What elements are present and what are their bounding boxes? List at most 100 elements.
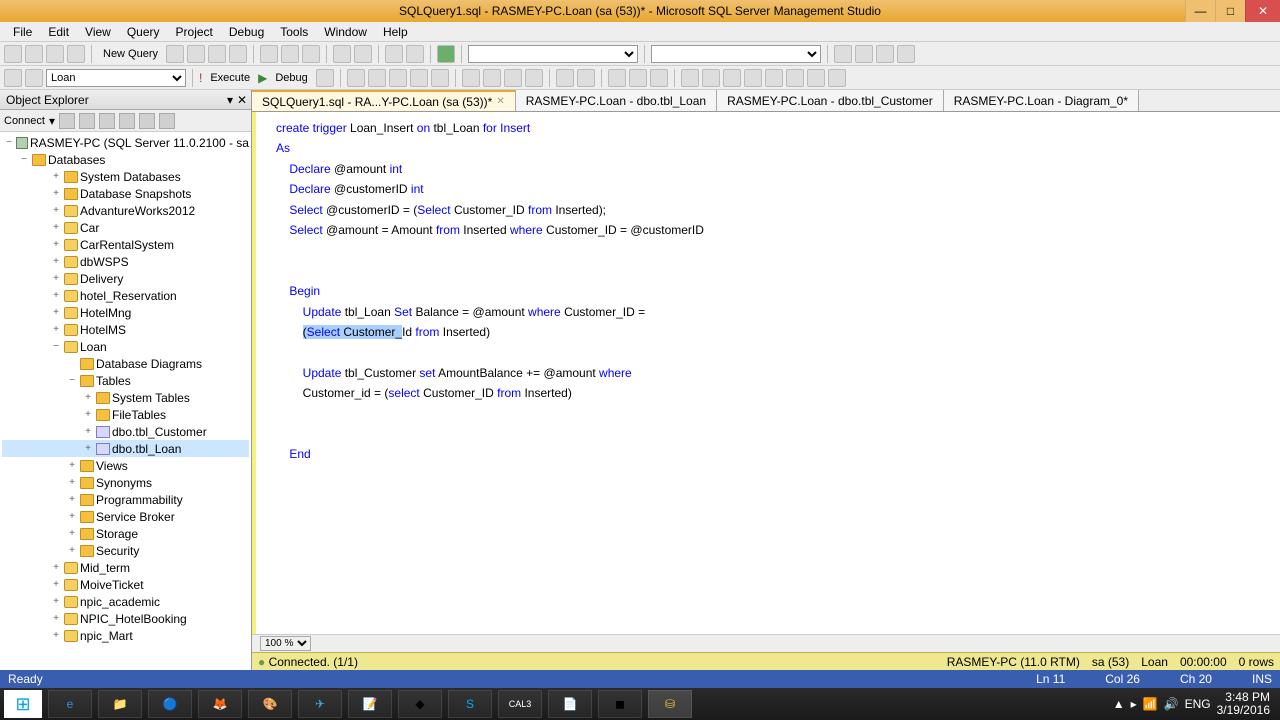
taskbar-ie-icon[interactable]: e: [48, 690, 92, 718]
tree-item[interactable]: +hotel_Reservation: [2, 287, 249, 304]
tb-btn-x3[interactable]: [876, 45, 894, 63]
tb-btn-nav2[interactable]: [406, 45, 424, 63]
oe-btn-6[interactable]: [159, 113, 175, 129]
tree-item[interactable]: +npic_Mart: [2, 627, 249, 644]
oe-btn-4[interactable]: [119, 113, 135, 129]
tb-btn-x4[interactable]: [897, 45, 915, 63]
stop-icon[interactable]: [316, 69, 334, 87]
tray-clock[interactable]: 3:48 PM 3/19/2016: [1217, 691, 1276, 717]
taskbar-app2-icon[interactable]: ◆: [398, 690, 442, 718]
open-icon[interactable]: [25, 45, 43, 63]
tb-btn-1[interactable]: [166, 45, 184, 63]
editor-tab[interactable]: RASMEY-PC.Loan - Diagram_0*: [944, 90, 1139, 111]
connect-label[interactable]: Connect: [4, 115, 45, 127]
tree-item[interactable]: +HotelMng: [2, 304, 249, 321]
oe-btn-2[interactable]: [79, 113, 95, 129]
tb-btn-nav1[interactable]: [385, 45, 403, 63]
tree-item[interactable]: +NPIC_HotelBooking: [2, 610, 249, 627]
tray-vol-icon[interactable]: 🔊: [1164, 697, 1179, 711]
tree-item[interactable]: +Delivery: [2, 270, 249, 287]
maximize-button[interactable]: □: [1215, 0, 1245, 22]
menu-project[interactable]: Project: [168, 23, 221, 41]
tb-sql-12[interactable]: [744, 69, 762, 87]
tb-sql-3[interactable]: [431, 69, 449, 87]
comment-icon[interactable]: [556, 69, 574, 87]
taskbar-app3-icon[interactable]: 📄: [548, 690, 592, 718]
tab-close-icon[interactable]: ✕: [496, 96, 504, 107]
redo-icon[interactable]: [354, 45, 372, 63]
menu-view[interactable]: View: [77, 23, 119, 41]
tb-btn-4[interactable]: [229, 45, 247, 63]
oe-btn-1[interactable]: [59, 113, 75, 129]
change-conn-icon[interactable]: [25, 69, 43, 87]
menu-edit[interactable]: Edit: [40, 23, 77, 41]
tree-item[interactable]: +MoiveTicket: [2, 576, 249, 593]
tree-item[interactable]: +Storage: [2, 525, 249, 542]
debug-button[interactable]: Debug: [270, 72, 312, 84]
tb-sql-14[interactable]: [786, 69, 804, 87]
tree-server[interactable]: − RASMEY-PC (SQL Server 11.0.2100 - sa: [2, 134, 249, 151]
new-query-button[interactable]: New Query: [98, 48, 163, 60]
minimize-button[interactable]: —: [1185, 0, 1215, 22]
taskbar-firefox-icon[interactable]: 🦊: [198, 690, 242, 718]
tb-sql-13[interactable]: [765, 69, 783, 87]
tree-item[interactable]: +Car: [2, 219, 249, 236]
tree-item[interactable]: +dbo.tbl_Customer: [2, 423, 249, 440]
menu-window[interactable]: Window: [316, 23, 375, 41]
tree-item[interactable]: +npic_academic: [2, 593, 249, 610]
editor-tab[interactable]: SQLQuery1.sql - RA...Y-PC.Loan (sa (53))…: [252, 90, 516, 111]
tray-flag-icon[interactable]: ▸: [1131, 697, 1137, 711]
copy-icon[interactable]: [281, 45, 299, 63]
tree-item[interactable]: +Service Broker: [2, 508, 249, 525]
cut-icon[interactable]: [260, 45, 278, 63]
undo-icon[interactable]: [333, 45, 351, 63]
taskbar-explorer-icon[interactable]: 📁: [98, 690, 142, 718]
taskbar-notepad-icon[interactable]: 📝: [348, 690, 392, 718]
tb-btn-2[interactable]: [187, 45, 205, 63]
start-button[interactable]: ⊞: [4, 690, 42, 718]
taskbar-app-icon[interactable]: 🎨: [248, 690, 292, 718]
tb-sql-8[interactable]: [650, 69, 668, 87]
tray-lang[interactable]: ENG: [1185, 697, 1211, 711]
tb-btn-x2[interactable]: [855, 45, 873, 63]
tb-sql-2[interactable]: [410, 69, 428, 87]
tree-item[interactable]: +System Databases: [2, 168, 249, 185]
tree-item[interactable]: +Programmability: [2, 491, 249, 508]
tree-item[interactable]: +Views: [2, 457, 249, 474]
new-project-icon[interactable]: [4, 45, 22, 63]
menu-query[interactable]: Query: [119, 23, 168, 41]
taskbar-app4-icon[interactable]: ◼: [598, 690, 642, 718]
pin-icon[interactable]: ▾: [227, 93, 233, 107]
tb-sql-6[interactable]: [504, 69, 522, 87]
uncomment-icon[interactable]: [577, 69, 595, 87]
tray-net-icon[interactable]: 📶: [1143, 697, 1158, 711]
taskbar-calendar-icon[interactable]: CAL3: [498, 690, 542, 718]
add-icon[interactable]: [46, 45, 64, 63]
outdent-icon[interactable]: [629, 69, 647, 87]
tree-databases[interactable]: − Databases: [2, 151, 249, 168]
system-tray[interactable]: ▲ ▸ 📶 🔊 ENG 3:48 PM 3/19/2016: [1113, 691, 1276, 717]
tree-item[interactable]: +HotelMS: [2, 321, 249, 338]
database-select[interactable]: Loan: [46, 69, 186, 87]
tb-sql-9[interactable]: [681, 69, 699, 87]
taskbar-skype-icon[interactable]: S: [448, 690, 492, 718]
panel-close-icon[interactable]: ✕: [237, 93, 247, 107]
tree-item[interactable]: +Database Snapshots: [2, 185, 249, 202]
tree-item[interactable]: +Synonyms: [2, 474, 249, 491]
solution-select[interactable]: [468, 45, 638, 63]
tray-up-icon[interactable]: ▲: [1113, 697, 1125, 711]
tb-sql-16[interactable]: [828, 69, 846, 87]
object-tree[interactable]: − RASMEY-PC (SQL Server 11.0.2100 - sa −…: [0, 132, 251, 670]
tree-item[interactable]: +dbo.tbl_Loan: [2, 440, 249, 457]
tb-btn-3[interactable]: [208, 45, 226, 63]
plan-icon[interactable]: [368, 69, 386, 87]
tb-sql-15[interactable]: [807, 69, 825, 87]
tree-item[interactable]: +AdvantureWorks2012: [2, 202, 249, 219]
parse-icon[interactable]: [347, 69, 365, 87]
run-icon[interactable]: [437, 45, 455, 63]
tree-item[interactable]: +System Tables: [2, 389, 249, 406]
editor-tab[interactable]: RASMEY-PC.Loan - dbo.tbl_Loan: [516, 90, 717, 111]
tree-item[interactable]: +FileTables: [2, 406, 249, 423]
execute-button[interactable]: Execute: [205, 72, 255, 84]
taskbar-ssms-icon[interactable]: ⛁: [648, 690, 692, 718]
